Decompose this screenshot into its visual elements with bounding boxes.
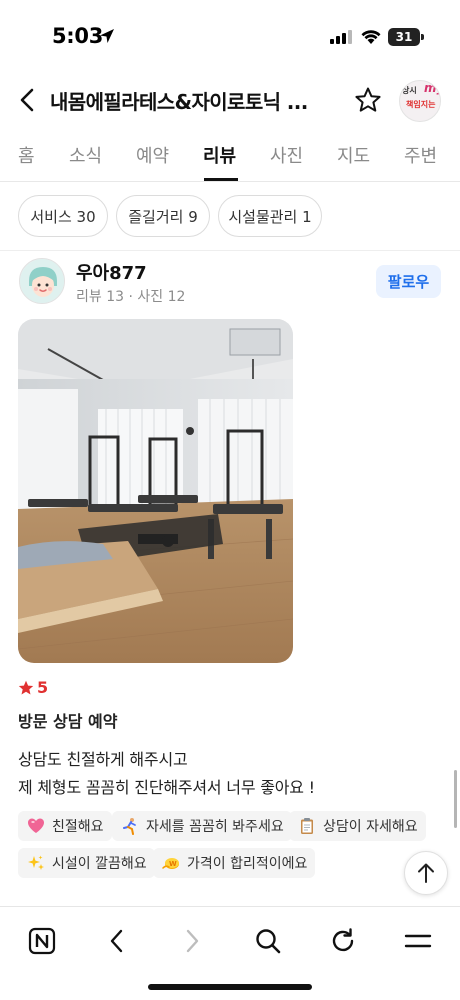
star-filled-icon <box>18 680 34 694</box>
back-button[interactable] <box>10 82 46 118</box>
stretch-icon <box>120 816 140 836</box>
section-divider <box>0 250 460 251</box>
filter-chip-service[interactable]: 서비스 30 <box>18 195 108 237</box>
coin-icon: W <box>161 853 181 873</box>
chevron-left-icon <box>20 88 34 112</box>
save-favorite-button[interactable] <box>350 82 386 118</box>
keyword-tag: W 가격이 합리적이에요 <box>153 848 316 878</box>
battery-level: 31 <box>395 30 413 44</box>
review-rating: 5 <box>18 678 48 697</box>
avatar-face-icon <box>20 259 64 303</box>
clipboard-icon <box>297 816 317 836</box>
keyword-tag: 친절해요 <box>18 811 112 841</box>
signal-icon <box>330 30 352 44</box>
thumbnail-text-b: my <box>424 81 440 95</box>
review-photo[interactable] <box>18 319 293 663</box>
pilates-studio-photo <box>18 319 293 663</box>
svg-text:W: W <box>169 860 177 868</box>
tab-home[interactable]: 홈 <box>18 142 35 168</box>
review-visit-type: 방문 상담 예약 <box>18 712 118 731</box>
place-profile-thumbnail[interactable]: 상시 my 책임지는 <box>399 80 441 122</box>
wifi-icon <box>361 30 381 44</box>
review-text-line-2: 제 체형도 꼼꼼히 진단해주셔서 너무 좋아요 ! <box>18 778 315 797</box>
status-time: 5:03 <box>52 24 104 48</box>
refresh-icon <box>332 928 354 952</box>
home-indicator <box>148 984 312 990</box>
keyword-label: 가격이 합리적이에요 <box>187 856 308 872</box>
scroll-to-top-button[interactable] <box>404 851 448 895</box>
heart-icon <box>26 816 46 836</box>
tab-photos[interactable]: 사진 <box>270 142 303 168</box>
star-outline-icon <box>355 87 381 112</box>
arrow-up-icon <box>418 863 434 883</box>
naver-home-button[interactable] <box>22 921 62 961</box>
tab-booking[interactable]: 예약 <box>136 142 169 168</box>
scroll-indicator[interactable] <box>454 770 457 828</box>
chevron-left-icon <box>110 929 123 953</box>
tab-nearby[interactable]: 주변 <box>404 142 437 168</box>
location-arrow-icon <box>100 29 114 43</box>
keyword-label: 상담이 자세해요 <box>323 819 418 835</box>
keyword-label: 자세를 꼼꼼히 봐주세요 <box>146 819 284 835</box>
reviewer-avatar[interactable] <box>19 258 65 304</box>
thumbnail-text-a: 상시 <box>402 86 417 95</box>
place-title: 내몸에필라테스&자이로토닉 ... <box>50 90 308 114</box>
battery-indicator: 31 <box>388 28 420 46</box>
menu-button[interactable] <box>398 921 438 961</box>
thumbnail-text-c: 책임지는 <box>406 100 436 109</box>
place-tabs: 홈 소식 예약 리뷰 사진 지도 주변 <box>0 128 460 182</box>
keyword-label: 시설이 깔끔해요 <box>52 856 147 872</box>
reviewer-stats: 리뷰 13 · 사진 12 <box>76 289 186 305</box>
follow-button[interactable]: 팔로우 <box>376 265 441 298</box>
rating-value: 5 <box>37 678 49 697</box>
hamburger-menu-icon <box>404 934 432 948</box>
keyword-tag: 상담이 자세해요 <box>289 811 426 841</box>
keyword-label: 친절해요 <box>52 819 104 835</box>
naver-n-icon <box>28 927 56 955</box>
browser-back-button[interactable] <box>97 921 137 961</box>
refresh-button[interactable] <box>323 921 363 961</box>
tab-map[interactable]: 지도 <box>337 142 370 168</box>
keyword-tag: 시설이 깔끔해요 <box>18 848 155 878</box>
review-filter-chips: 서비스 30 즐길거리 9 시설물관리 1 <box>0 195 460 239</box>
chevron-right-icon <box>186 929 199 953</box>
search-icon <box>256 929 281 954</box>
keyword-tag: 자세를 꼼꼼히 봐주세요 <box>112 811 292 841</box>
search-button[interactable] <box>248 921 288 961</box>
status-bar: 5:03 31 <box>0 0 460 72</box>
tab-news[interactable]: 소식 <box>69 142 102 168</box>
filter-chip-facility[interactable]: 시설물관리 1 <box>218 195 322 237</box>
browser-forward-button[interactable] <box>172 921 212 961</box>
sparkles-icon <box>26 853 46 873</box>
filter-chip-fun[interactable]: 즐길거리 9 <box>116 195 210 237</box>
place-header: 내몸에필라테스&자이로토닉 ... 상시 my 책임지는 <box>0 72 460 128</box>
review-text-line-1: 상담도 친절하게 해주시고 <box>18 750 188 769</box>
active-tab-indicator <box>204 178 238 181</box>
reviewer-name[interactable]: 우아877 <box>76 259 147 285</box>
tab-reviews[interactable]: 리뷰 <box>203 142 236 168</box>
battery-nub <box>421 34 424 40</box>
